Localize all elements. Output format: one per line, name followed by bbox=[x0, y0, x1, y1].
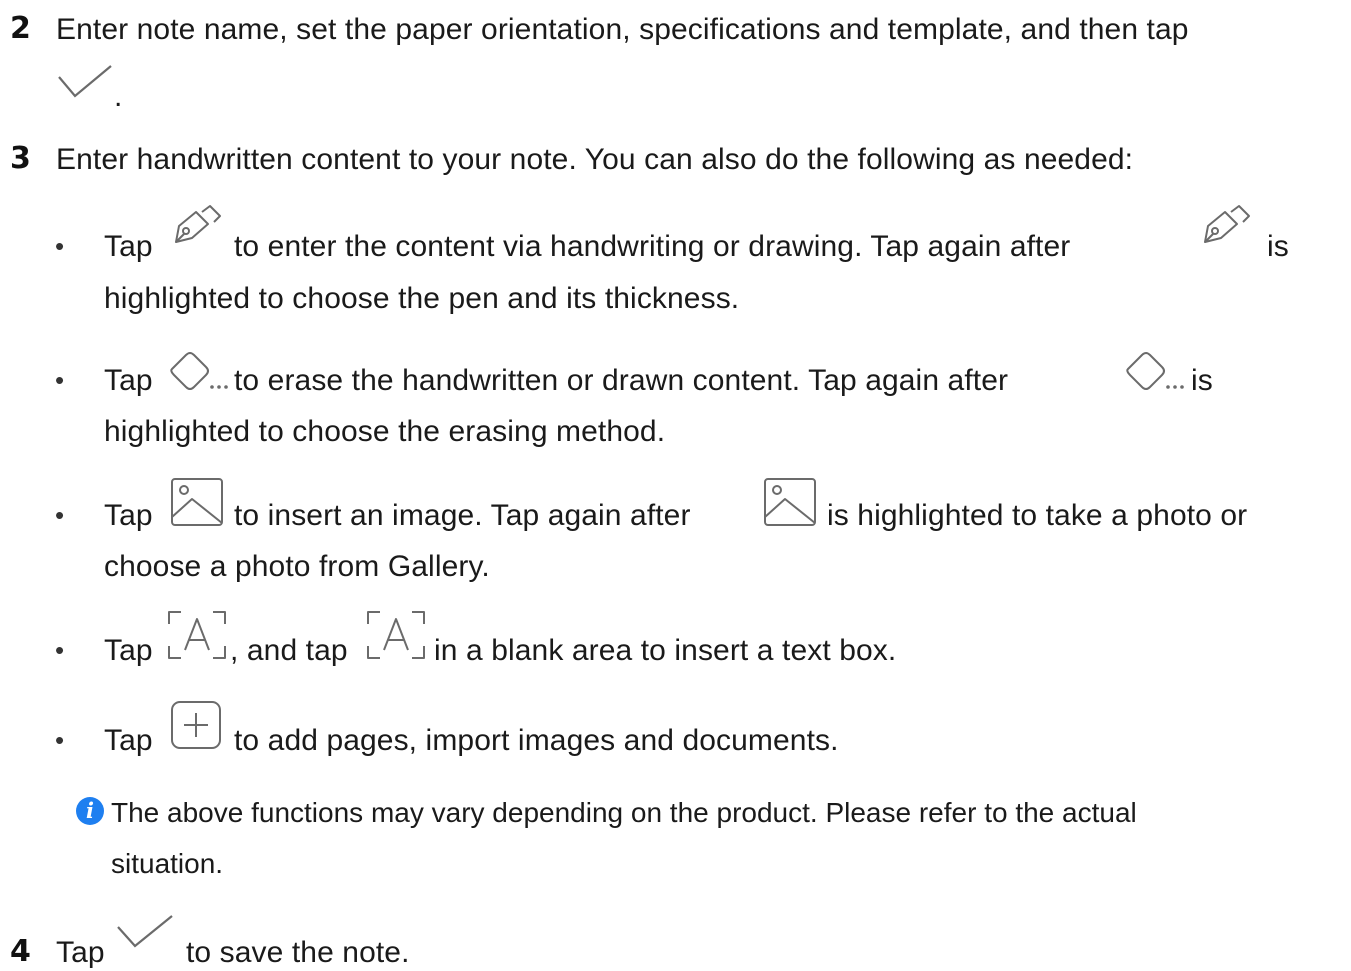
list-item-text: is bbox=[1267, 230, 1289, 263]
image-icon bbox=[170, 477, 224, 527]
list-item-text: is highlighted to take a photo or bbox=[827, 499, 1248, 532]
step-number: 2 bbox=[10, 11, 31, 46]
step-number: 3 bbox=[10, 141, 31, 176]
list-item-tap: Tap bbox=[104, 499, 153, 532]
list-item-text: to insert an image. Tap again after bbox=[234, 499, 691, 532]
list-item-tap: Tap bbox=[104, 230, 153, 263]
list-item-text: to erase the handwritten or drawn conten… bbox=[234, 364, 1009, 397]
step-text: Enter handwritten content to your note. … bbox=[56, 143, 1134, 176]
list-item-text: highlighted to choose the pen and its th… bbox=[104, 282, 740, 315]
list-item-text: , and tap bbox=[230, 634, 348, 667]
step-text: Enter note name, set the paper orientati… bbox=[56, 13, 1189, 46]
text-box-icon bbox=[167, 610, 227, 662]
step-number: 4 bbox=[10, 934, 31, 969]
list-item-tap: Tap bbox=[104, 634, 153, 667]
info-icon: i bbox=[76, 797, 104, 825]
note-text: situation. bbox=[111, 848, 224, 879]
checkmark-icon bbox=[57, 64, 113, 100]
list-item-text: highlighted to choose the erasing method… bbox=[104, 415, 666, 448]
list-item-text: to enter the content via handwriting or … bbox=[234, 230, 1071, 263]
list-item-text: in a blank area to insert a text box. bbox=[434, 634, 897, 667]
checkmark-icon bbox=[116, 914, 174, 950]
bullet-dot: • bbox=[55, 635, 65, 665]
bullet-dot: • bbox=[55, 231, 65, 261]
step-text: to save the note. bbox=[186, 936, 410, 969]
list-item-text: is bbox=[1191, 364, 1213, 397]
pen-icon bbox=[1201, 205, 1253, 246]
pen-icon bbox=[172, 205, 224, 246]
image-icon bbox=[763, 477, 817, 527]
step-text: Tap bbox=[56, 936, 105, 969]
bullet-dot: • bbox=[55, 725, 65, 755]
list-item-text: to add pages, import images and document… bbox=[234, 724, 839, 757]
list-item-tap: Tap bbox=[104, 364, 153, 397]
eraser-icon bbox=[168, 349, 230, 393]
text-box-icon bbox=[366, 610, 426, 662]
bullet-dot: • bbox=[55, 365, 65, 395]
add-icon bbox=[170, 700, 222, 750]
eraser-icon bbox=[1124, 349, 1186, 393]
bullet-dot: • bbox=[55, 500, 65, 530]
step-text-end: . bbox=[114, 80, 123, 113]
list-item-text: choose a photo from Gallery. bbox=[104, 550, 490, 583]
note-text: The above functions may vary depending o… bbox=[111, 797, 1137, 828]
list-item-tap: Tap bbox=[104, 724, 153, 757]
